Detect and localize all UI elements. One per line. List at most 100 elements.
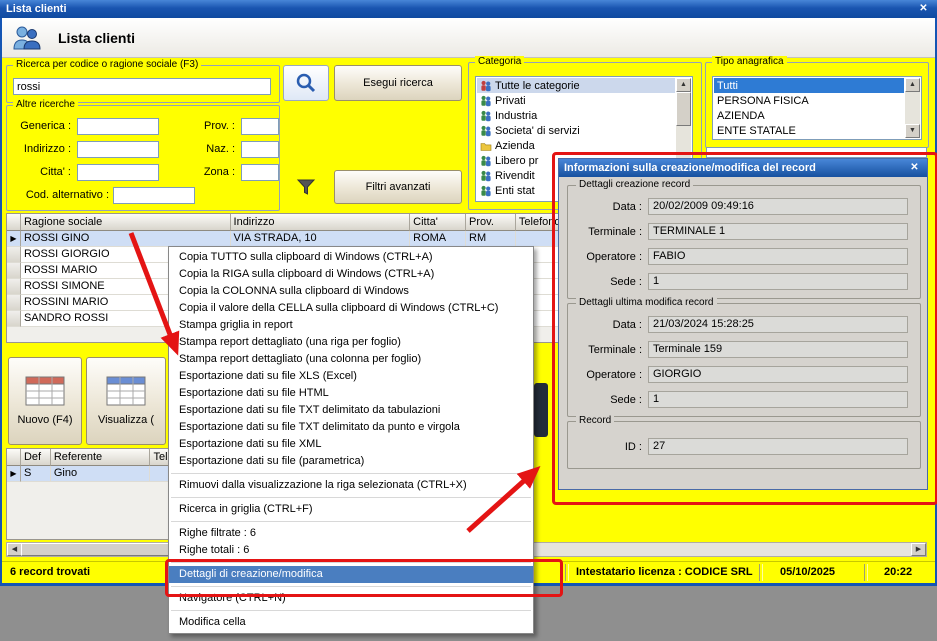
column-header[interactable]: Def bbox=[20, 449, 51, 466]
field-row: Terminale : Terminale 159 bbox=[568, 341, 920, 358]
row-marker bbox=[7, 247, 21, 263]
category-item[interactable]: Industria bbox=[477, 108, 675, 123]
category-label: Libero pr bbox=[495, 154, 539, 167]
menu-item[interactable]: Esportazione dati su file XML bbox=[169, 436, 533, 453]
menu-item[interactable]: Esportazione dati su file XLS (Excel) bbox=[169, 368, 533, 385]
menu-item[interactable]: Ricerca in griglia (CTRL+F) bbox=[169, 501, 533, 518]
field-value: TERMINALE 1 bbox=[648, 223, 908, 240]
menu-item[interactable]: Dettagli di creazione/modifica bbox=[169, 566, 533, 583]
field-label: Cod. alternativo : bbox=[25, 189, 109, 201]
dialog-titlebar[interactable]: Informazioni sulla creazione/modifica de… bbox=[559, 159, 927, 177]
menu-item[interactable]: Esportazione dati su file TXT delimitato… bbox=[169, 419, 533, 436]
window-close-button[interactable]: ✕ bbox=[916, 3, 931, 16]
tipo-item[interactable]: ENTE STATALE bbox=[714, 123, 904, 138]
search-icon bbox=[283, 65, 329, 101]
field-value: 20/02/2009 09:49:16 bbox=[648, 198, 908, 215]
category-item[interactable]: Societa' di servizi bbox=[477, 123, 675, 138]
menu-item[interactable]: Modifica cella bbox=[169, 614, 533, 631]
tipo-item[interactable]: Tutti bbox=[714, 78, 904, 93]
field-label: Naz. : bbox=[206, 143, 235, 155]
field-label: Data : bbox=[612, 318, 642, 331]
advanced-filters-button[interactable]: Filtri avanzati bbox=[334, 170, 462, 204]
field-label: Operatore : bbox=[586, 368, 642, 381]
menu-item[interactable]: Righe filtrate : 6 bbox=[169, 525, 533, 542]
scroll-up-button[interactable]: ▲ bbox=[905, 78, 920, 92]
menu-item[interactable]: Stampa report dettagliato (una colonna p… bbox=[169, 351, 533, 368]
field-value: Terminale 159 bbox=[648, 341, 908, 358]
scroll-left-button[interactable]: ◀ bbox=[7, 543, 22, 556]
menu-item[interactable]: Esportazione dati su file HTML bbox=[169, 385, 533, 402]
table-cell[interactable]: RM bbox=[466, 231, 516, 247]
text-field[interactable] bbox=[241, 164, 279, 181]
menu-item[interactable]: Copia la RIGA sulla clipboard di Windows… bbox=[169, 266, 533, 283]
menu-item[interactable]: Esportazione dati su file TXT delimitato… bbox=[169, 402, 533, 419]
text-field[interactable] bbox=[77, 141, 159, 158]
text-field[interactable] bbox=[241, 141, 279, 158]
scroll-right-button[interactable]: ▶ bbox=[911, 543, 926, 556]
tipo-anagrafica-label: Tipo anagrafica bbox=[712, 56, 787, 67]
dialog-group-label: Dettagli ultima modifica record bbox=[576, 297, 717, 308]
column-header[interactable]: Indirizzo bbox=[230, 214, 411, 231]
view-button-label: Visualizza ( bbox=[97, 414, 155, 426]
menu-item[interactable]: Copia la COLONNA sulla clipboard di Wind… bbox=[169, 283, 533, 300]
category-label: Azienda bbox=[495, 139, 535, 152]
tipo-item[interactable]: PERSONA FISICA bbox=[714, 93, 904, 108]
table-cell[interactable]: VIA STRADA, 10 bbox=[230, 231, 411, 247]
field-value: FABIO bbox=[648, 248, 908, 265]
execute-search-button[interactable]: Esegui ricerca bbox=[334, 65, 462, 101]
tipo-scrollbar[interactable]: ▲ ▼ bbox=[905, 78, 920, 138]
search-input[interactable] bbox=[13, 78, 271, 95]
menu-item[interactable]: Copia il valore della CELLA sulla clipbo… bbox=[169, 300, 533, 317]
column-header[interactable]: Prov. bbox=[466, 214, 516, 231]
field-row: Terminale : TERMINALE 1 bbox=[568, 223, 920, 240]
view-button[interactable]: Visualizza ( bbox=[86, 357, 166, 445]
status-divider bbox=[864, 564, 868, 581]
table-cell[interactable]: Gino bbox=[50, 466, 151, 482]
column-header[interactable]: Citta' bbox=[410, 214, 467, 231]
new-button-label: Nuovo (F4) bbox=[17, 414, 73, 426]
column-header[interactable]: Referente bbox=[50, 449, 151, 466]
scroll-down-button[interactable]: ▼ bbox=[905, 124, 920, 138]
column-header[interactable]: Ragione sociale bbox=[20, 214, 231, 231]
advanced-filters-area: Filtri avanzati bbox=[283, 170, 462, 204]
menu-item[interactable]: Stampa report dettagliato (una riga per … bbox=[169, 334, 533, 351]
table-cell[interactable]: S bbox=[20, 466, 51, 482]
dialog-group-label: Record bbox=[576, 415, 615, 426]
text-field[interactable] bbox=[113, 187, 195, 204]
field-label: Terminale : bbox=[588, 225, 642, 238]
table-cell[interactable]: ROMA bbox=[410, 231, 467, 247]
row-marker: ▶ bbox=[7, 231, 21, 247]
column-header[interactable] bbox=[7, 214, 21, 231]
text-field[interactable] bbox=[77, 118, 159, 135]
column-header[interactable] bbox=[7, 449, 21, 466]
scroll-thumb[interactable] bbox=[676, 92, 691, 126]
category-label: Industria bbox=[495, 109, 538, 122]
scroll-thumb[interactable] bbox=[21, 543, 171, 556]
new-button[interactable]: Nuovo (F4) bbox=[8, 357, 82, 445]
text-field[interactable] bbox=[241, 118, 279, 135]
menu-item[interactable]: Stampa griglia in report bbox=[169, 317, 533, 334]
menu-item[interactable]: Copia TUTTO sulla clipboard di Windows (… bbox=[169, 249, 533, 266]
tipo-item[interactable]: AZIENDA bbox=[714, 108, 904, 123]
record-count: 6 record trovati bbox=[10, 566, 91, 578]
field-value: 1 bbox=[648, 391, 908, 408]
menu-item[interactable]: Righe totali : 6 bbox=[169, 542, 533, 559]
field-row: Sede : 1 bbox=[568, 273, 920, 290]
tipo-anagrafica-group: Tipo anagrafica Tutti PERSONA FISICA AZIEN… bbox=[705, 56, 929, 148]
scroll-up-button[interactable]: ▲ bbox=[676, 78, 691, 92]
text-field[interactable] bbox=[77, 164, 159, 181]
menu-item[interactable]: Esportazione dati su file (parametrica) bbox=[169, 453, 533, 470]
category-item[interactable]: Privati bbox=[477, 93, 675, 108]
tipo-anagrafica-list[interactable]: Tutti PERSONA FISICA AZIENDA ENTE STATALE ▲… bbox=[712, 76, 922, 140]
window-titlebar[interactable]: Lista clienti ✕ bbox=[0, 0, 937, 18]
category-label: Privati bbox=[495, 94, 526, 107]
menu-separator bbox=[171, 473, 531, 474]
menu-separator bbox=[171, 497, 531, 498]
menu-item[interactable]: Navigatore (CTRL+N) bbox=[169, 590, 533, 607]
table-cell[interactable]: ROSSI GINO bbox=[20, 231, 231, 247]
category-item[interactable]: Tutte le categorie bbox=[477, 78, 675, 93]
menu-item[interactable]: Rimuovi dalla visualizzazione la riga se… bbox=[169, 477, 533, 494]
category-item[interactable]: Azienda bbox=[477, 138, 675, 153]
dialog-close-button[interactable]: ✕ bbox=[907, 162, 922, 175]
field-label: Operatore : bbox=[586, 250, 642, 263]
